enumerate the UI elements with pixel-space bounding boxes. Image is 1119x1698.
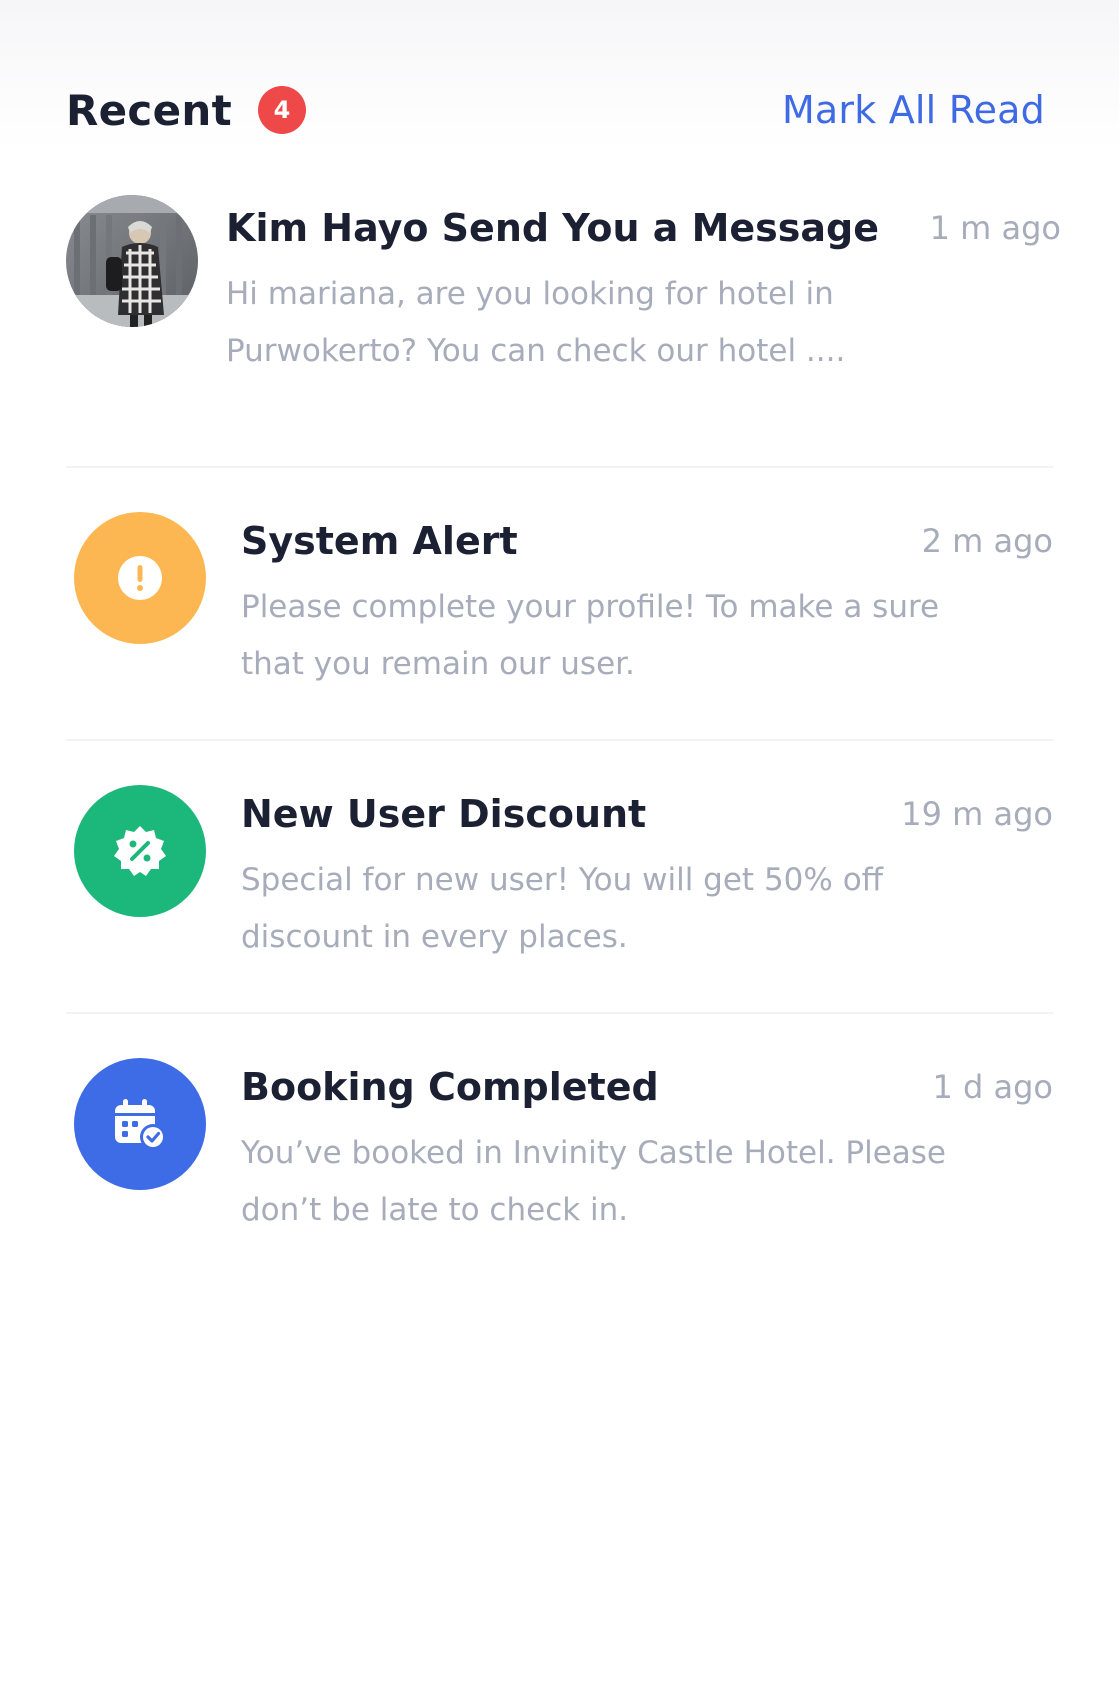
discount-icon-circle: [74, 785, 206, 917]
notification-time: 2 m ago: [921, 522, 1053, 560]
notification-time: 1 d ago: [932, 1068, 1053, 1106]
notification-description: Special for new user! You will get 50% o…: [241, 862, 884, 955]
header-left: Recent 4: [66, 86, 306, 135]
notification-description: You’ve booked in Invinity Castle Hotel. …: [241, 1135, 947, 1228]
notification-description: Hi mariana, are you looking for hotel in…: [226, 276, 846, 369]
notification-item-booking[interactable]: Booking Completed 1 d ago You’ve booked …: [66, 1014, 1053, 1287]
notification-item-message[interactable]: Kim Hayo Send You a Message 1 m ago Hi m…: [66, 195, 1061, 468]
avatar: [66, 195, 198, 327]
unread-count-badge: 4: [258, 86, 306, 134]
notifications-header: Recent 4 Mark All Read: [66, 78, 1045, 142]
alert-icon-circle: [74, 512, 206, 644]
page-title: Recent: [66, 85, 232, 135]
notification-content: New User Discount 19 m ago Special for n…: [241, 786, 1053, 966]
alert-icon: [118, 556, 162, 600]
mark-all-read-link[interactable]: Mark All Read: [782, 88, 1045, 132]
notification-time: 1 m ago: [929, 209, 1061, 247]
notification-item-discount[interactable]: New User Discount 19 m ago Special for n…: [66, 741, 1053, 1014]
notification-time: 19 m ago: [901, 795, 1053, 833]
discount-badge-icon: [114, 826, 166, 876]
notification-content: System Alert 2 m ago Please complete you…: [241, 513, 1053, 693]
calendar-check-icon: [115, 1099, 166, 1150]
booking-icon-circle: [74, 1058, 206, 1190]
notification-content: Kim Hayo Send You a Message 1 m ago Hi m…: [226, 200, 1061, 380]
notification-title: Booking Completed: [241, 1065, 659, 1109]
notification-description: Please complete your profile! To make a …: [241, 589, 940, 682]
notification-content: Booking Completed 1 d ago You’ve booked …: [241, 1059, 1053, 1239]
notification-list: Kim Hayo Send You a Message 1 m ago Hi m…: [66, 195, 1061, 1287]
notification-item-system-alert[interactable]: System Alert 2 m ago Please complete you…: [66, 468, 1053, 741]
